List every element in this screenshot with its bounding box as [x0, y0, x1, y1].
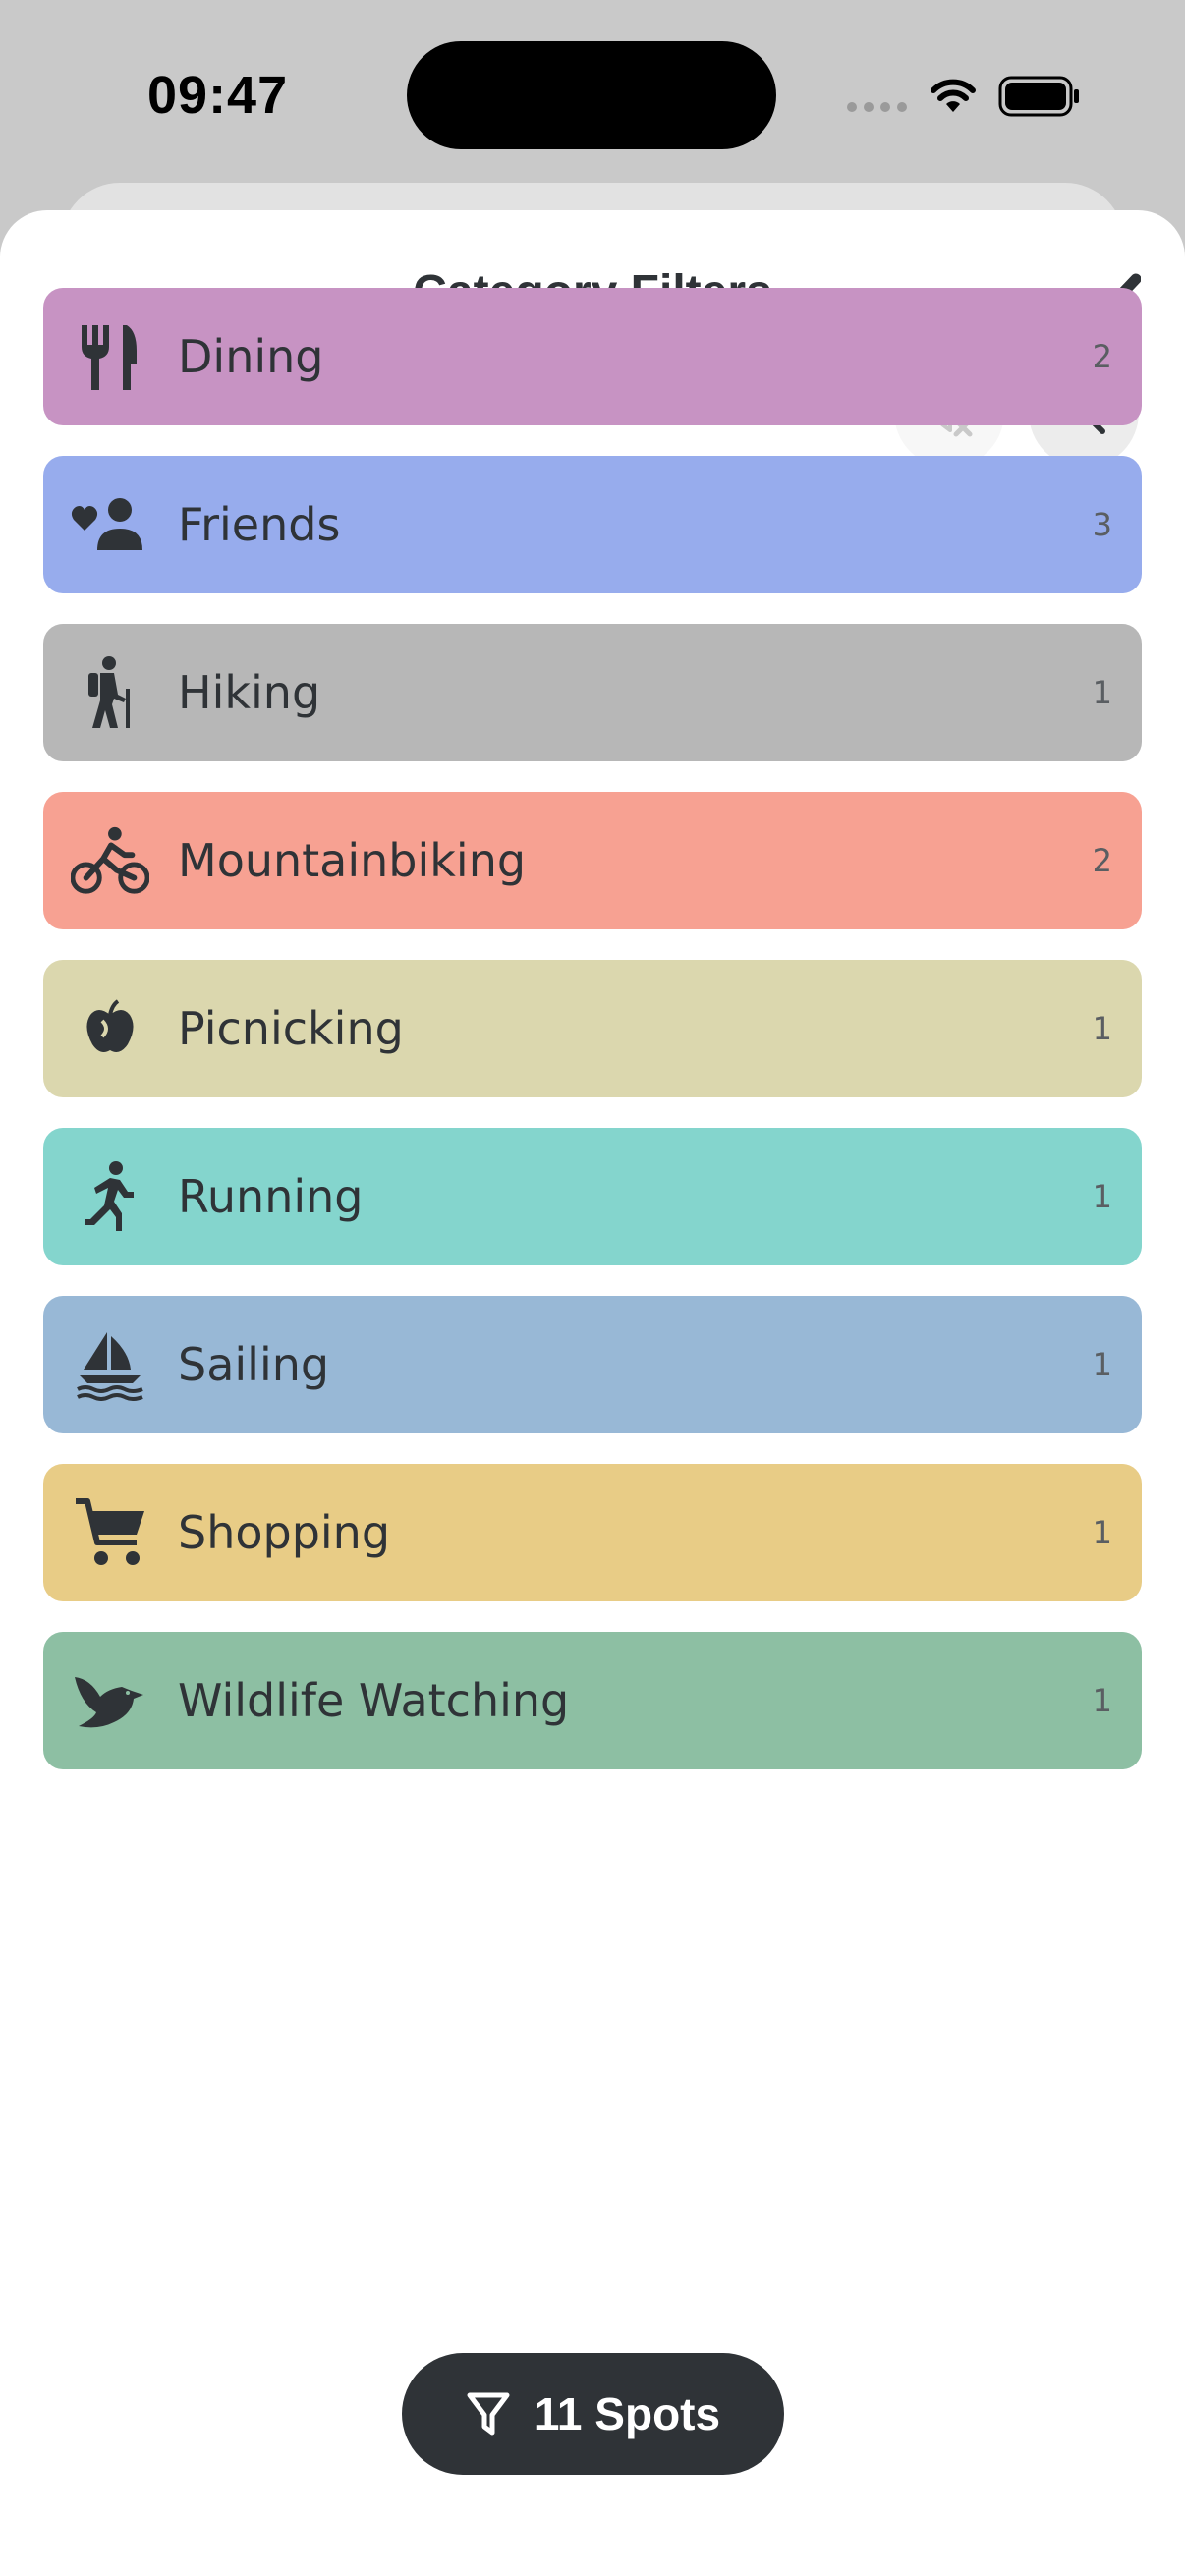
category-count: 1 — [1092, 1178, 1112, 1215]
cellular-signal-icon — [847, 102, 907, 112]
category-count: 1 — [1092, 1514, 1112, 1551]
cart-icon — [71, 1493, 149, 1572]
apple-icon — [71, 989, 149, 1068]
category-label: Wildlife Watching — [178, 1674, 570, 1727]
wifi-icon — [931, 79, 976, 112]
bicycle-icon — [71, 821, 149, 900]
spots-button[interactable]: 11 Spots — [402, 2353, 784, 2475]
category-row-mountainbiking[interactable]: Mountainbiking 2 — [43, 792, 1142, 929]
category-label: Dining — [178, 330, 324, 383]
category-label: Sailing — [178, 1338, 330, 1391]
hiker-icon — [71, 653, 149, 732]
category-row-shopping[interactable]: Shopping 1 — [43, 1464, 1142, 1601]
category-count: 1 — [1092, 674, 1112, 711]
spots-label: 11 Spots — [534, 2388, 721, 2439]
bird-icon — [71, 1661, 149, 1740]
category-label: Shopping — [178, 1506, 391, 1559]
category-list: Dining 2 Friends 3 Hiking 1 Mountainbiki… — [43, 288, 1142, 1800]
category-row-dining[interactable]: Dining 2 — [43, 288, 1142, 425]
dynamic-island — [407, 41, 776, 149]
category-count: 1 — [1092, 1010, 1112, 1047]
category-row-sailing[interactable]: Sailing 1 — [43, 1296, 1142, 1433]
runner-icon — [71, 1157, 149, 1236]
category-label: Picnicking — [178, 1002, 404, 1055]
category-row-running[interactable]: Running 1 — [43, 1128, 1142, 1265]
category-row-picnicking[interactable]: Picnicking 1 — [43, 960, 1142, 1097]
category-label: Friends — [178, 498, 341, 551]
category-count: 1 — [1092, 1682, 1112, 1719]
battery-icon — [998, 76, 1079, 117]
category-label: Hiking — [178, 666, 321, 719]
category-label: Running — [178, 1170, 364, 1223]
category-count: 2 — [1092, 842, 1112, 879]
sailboat-icon — [71, 1325, 149, 1404]
fork-knife-icon — [71, 317, 149, 396]
status-time: 09:47 — [147, 66, 289, 125]
category-row-hiking[interactable]: Hiking 1 — [43, 624, 1142, 761]
filter-icon — [467, 2392, 510, 2436]
category-label: Mountainbiking — [178, 834, 527, 887]
heart-person-icon — [71, 485, 149, 564]
category-count: 2 — [1092, 338, 1112, 375]
category-row-wildlife-watching[interactable]: Wildlife Watching 1 — [43, 1632, 1142, 1769]
category-count: 3 — [1092, 506, 1112, 543]
category-count: 1 — [1092, 1346, 1112, 1383]
category-row-friends[interactable]: Friends 3 — [43, 456, 1142, 593]
status-bar: 09:47 — [0, 0, 1185, 187]
